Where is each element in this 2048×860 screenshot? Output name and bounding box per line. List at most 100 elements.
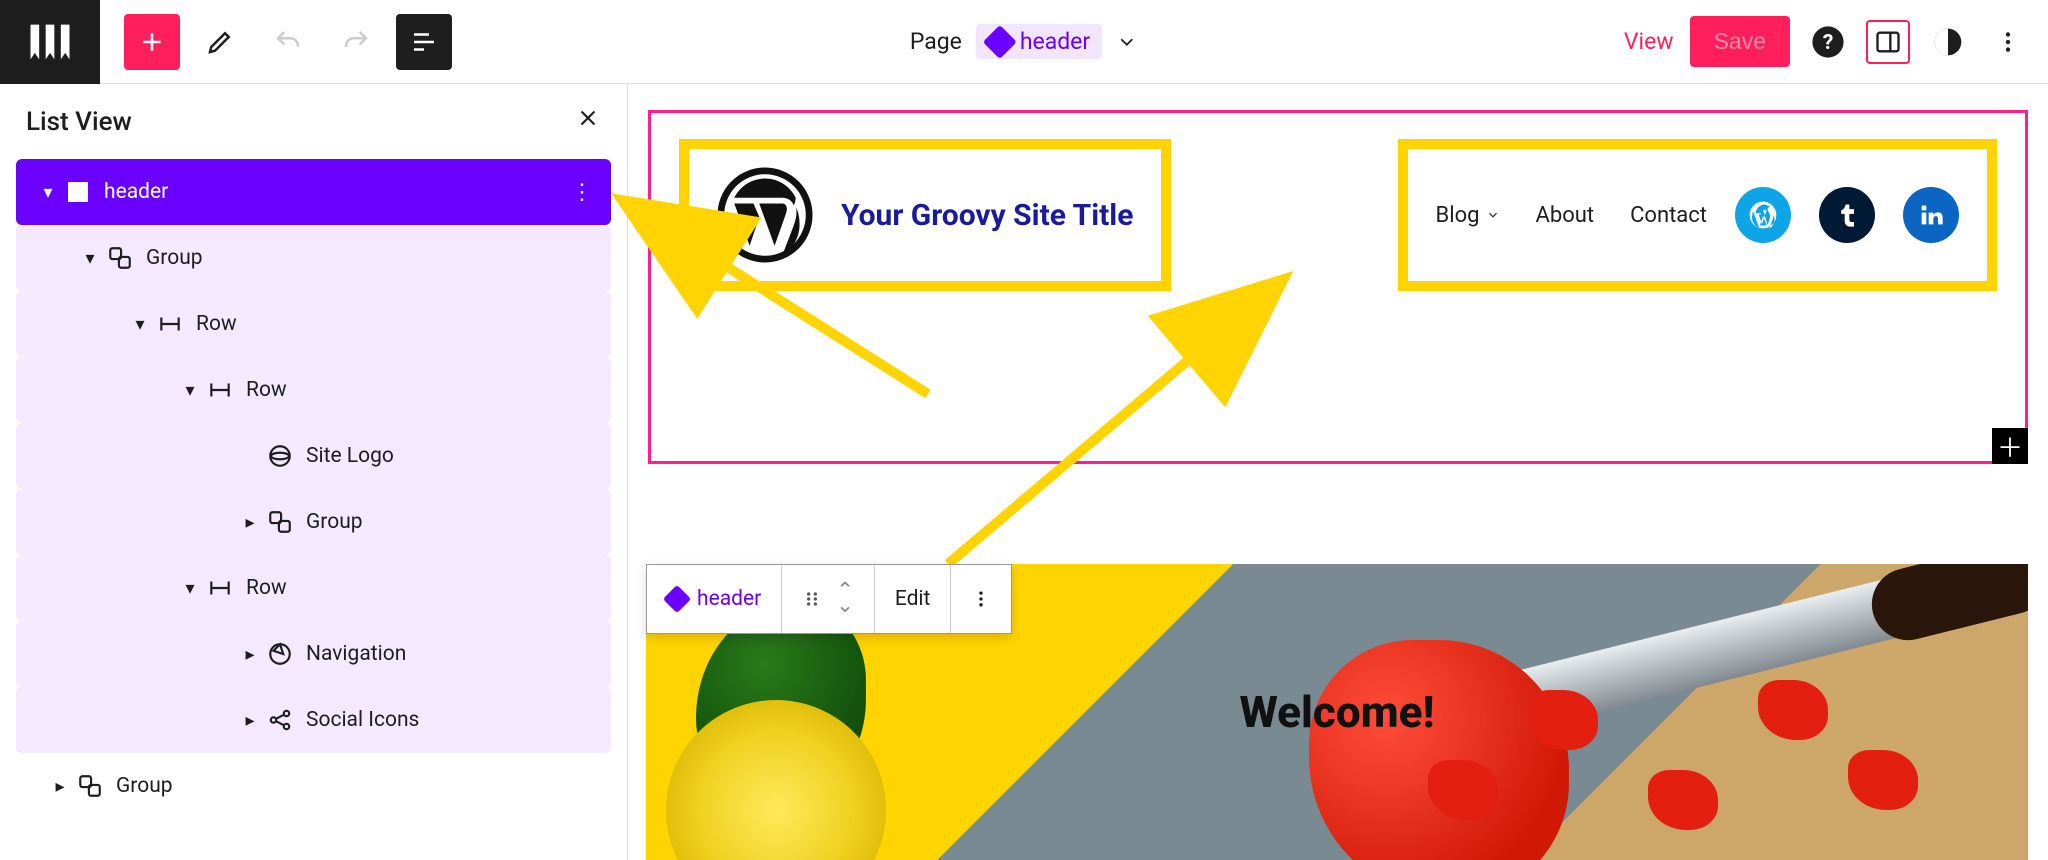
social-tumblr[interactable] <box>1819 187 1875 243</box>
tree-item-label: Group <box>116 774 173 798</box>
chevron-down-icon[interactable]: ▾ <box>176 380 204 401</box>
tools-button[interactable] <box>192 14 248 70</box>
template-chip[interactable]: header <box>976 24 1102 59</box>
chevron-down-icon[interactable]: ▾ <box>126 314 154 335</box>
settings-toggle[interactable] <box>1866 20 1910 64</box>
header-left-row-highlight[interactable]: Your Groovy Site Title <box>679 139 1171 291</box>
group-icon <box>264 509 296 535</box>
move-down-icon[interactable]: ⌄ <box>836 599 854 614</box>
save-button[interactable]: Save <box>1690 16 1790 67</box>
block-appender-button[interactable]: ＋ <box>1992 428 2028 464</box>
row-icon <box>154 311 186 337</box>
undo-button[interactable] <box>260 14 316 70</box>
topbar-left-tools <box>124 14 452 70</box>
chevron-down-icon <box>1486 208 1500 222</box>
tree-item-group2[interactable]: ▸ Group <box>16 489 611 555</box>
redo-button[interactable] <box>328 14 384 70</box>
row-icon <box>204 377 236 403</box>
nav-item-blog[interactable]: Blog <box>1436 203 1500 228</box>
hero-decor <box>1648 770 1718 830</box>
navigation-icon <box>264 641 296 667</box>
list-view-icon <box>409 27 439 57</box>
wordpress-logo-icon[interactable] <box>717 167 813 263</box>
sidebar-icon <box>1874 27 1902 57</box>
social-linkedin[interactable] <box>1903 187 1959 243</box>
social-wordpress[interactable] <box>1735 187 1791 243</box>
chevron-right-icon[interactable]: ▸ <box>46 776 74 797</box>
group-icon <box>104 245 136 271</box>
tree-item-group3[interactable]: ▸ Group <box>16 753 611 819</box>
tree-item-site-logo[interactable]: Site Logo <box>16 423 611 489</box>
help-button[interactable]: ? <box>1806 20 1850 64</box>
block-inserter-button[interactable] <box>124 14 180 70</box>
wordpress-icon <box>1747 199 1779 231</box>
header-template-part[interactable]: Your Groovy Site Title Blog About Contac… <box>648 110 2028 464</box>
list-view-header: List View <box>0 84 627 159</box>
tree-item-label: Group <box>306 510 363 534</box>
editor-canvas[interactable]: Your Groovy Site Title Blog About Contac… <box>628 84 2048 860</box>
tree-item-row-inner2[interactable]: ▾ Row <box>16 555 611 621</box>
hero-heading[interactable]: Welcome! <box>1239 686 1434 738</box>
block-toolbar-type[interactable]: header <box>647 565 782 633</box>
hero-decor <box>1758 680 1828 740</box>
block-mover[interactable]: ⌃⌄ <box>836 584 854 613</box>
chevron-down-icon[interactable]: ▾ <box>76 248 104 269</box>
close-list-view-button[interactable] <box>575 104 601 139</box>
workspace: List View ▾ header ⋮ ▾ Group ▾ Row <box>0 84 2048 860</box>
group-icon <box>74 773 106 799</box>
tree-item-header[interactable]: ▾ header ⋮ <box>16 159 611 225</box>
block-toolbar-edit[interactable]: Edit <box>875 565 952 633</box>
share-icon <box>264 707 296 733</box>
site-title[interactable]: Your Groovy Site Title <box>841 198 1133 233</box>
editor-topbar: Page header View Save ? <box>0 0 2048 84</box>
block-toolbar-options[interactable] <box>951 565 1011 633</box>
block-toolbar: header ⌃⌄ Edit <box>646 564 1012 634</box>
header-right-row-highlight[interactable]: Blog About Contact <box>1398 139 1997 291</box>
tree-item-social-icons[interactable]: ▸ Social Icons <box>16 687 611 753</box>
plus-icon <box>137 27 167 57</box>
chevron-down-icon[interactable] <box>1116 31 1138 53</box>
nav-item-about[interactable]: About <box>1536 203 1595 228</box>
template-part-icon <box>663 585 691 613</box>
styles-icon <box>1932 26 1964 58</box>
list-view-toggle[interactable] <box>396 14 452 70</box>
options-button[interactable] <box>1986 20 2030 64</box>
document-title-area[interactable]: Page header <box>910 24 1138 59</box>
site-logo-icon <box>24 16 76 68</box>
kebab-icon <box>1995 29 2021 55</box>
tree-item-row-inner1[interactable]: ▾ Row <box>16 357 611 423</box>
tree-item-label: Group <box>146 246 203 270</box>
svg-text:?: ? <box>1823 30 1834 55</box>
template-part-icon <box>983 25 1017 59</box>
undo-icon <box>273 27 303 57</box>
template-name: header <box>1020 28 1090 55</box>
page-label: Page <box>910 28 962 55</box>
tumblr-icon <box>1833 201 1861 229</box>
tree-item-label: header <box>104 180 168 204</box>
list-view-panel: List View ▾ header ⋮ ▾ Group ▾ Row <box>0 84 628 860</box>
styles-button[interactable] <box>1926 20 1970 64</box>
block-toolbar-drag[interactable]: ⌃⌄ <box>782 565 875 633</box>
kebab-icon <box>971 589 991 609</box>
tree-item-navigation[interactable]: ▸ Navigation <box>16 621 611 687</box>
drag-handle-icon <box>802 589 822 609</box>
pencil-icon <box>205 27 235 57</box>
close-icon <box>575 105 601 131</box>
template-part-icon <box>62 182 94 202</box>
view-link[interactable]: View <box>1624 28 1674 55</box>
tree-item-options[interactable]: ⋮ <box>571 180 593 205</box>
tree-item-group[interactable]: ▾ Group <box>16 225 611 291</box>
chevron-down-icon[interactable]: ▾ <box>34 182 62 203</box>
chevron-down-icon[interactable]: ▾ <box>176 578 204 599</box>
navigation-block[interactable]: Blog About Contact <box>1436 203 1707 228</box>
tree-item-row[interactable]: ▾ Row <box>16 291 611 357</box>
chevron-right-icon[interactable]: ▸ <box>236 512 264 533</box>
tree-item-label: Row <box>196 312 237 336</box>
nav-item-contact[interactable]: Contact <box>1630 203 1707 228</box>
site-icon-button[interactable] <box>0 0 100 84</box>
help-icon: ? <box>1811 25 1845 59</box>
chevron-right-icon[interactable]: ▸ <box>236 644 264 665</box>
hero-decor <box>1848 750 1918 810</box>
tree-item-label: Row <box>246 378 287 402</box>
chevron-right-icon[interactable]: ▸ <box>236 710 264 731</box>
